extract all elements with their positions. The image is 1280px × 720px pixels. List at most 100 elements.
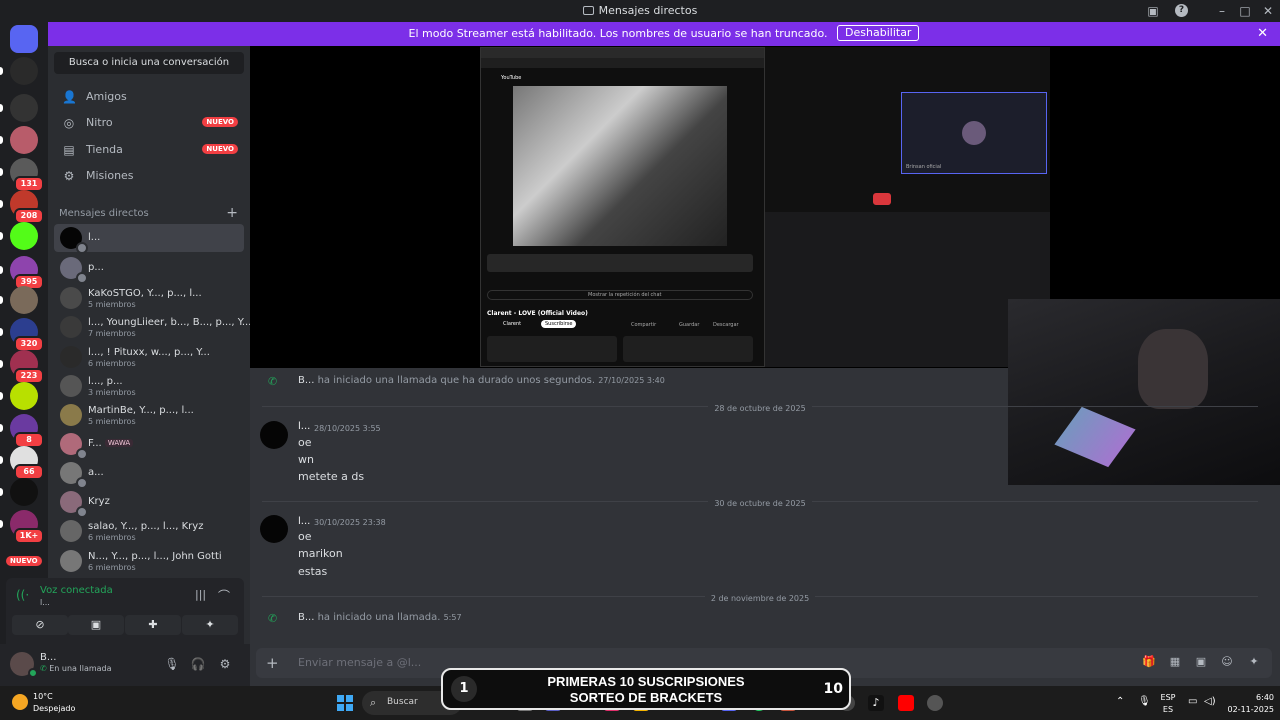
minimize-button[interactable]: – [1214,3,1230,19]
window-title: Mensajes directos [0,4,1280,17]
nav-friends[interactable]: 👤 Amigos [54,84,244,110]
video-description [487,336,617,362]
apps-icon[interactable]: ✦ [1247,655,1261,669]
clock-time[interactable]: 6:40 [1222,693,1274,702]
dm-item[interactable]: F... WAWA [54,430,244,460]
noise-suppression-icon[interactable]: ||| [195,588,206,601]
banner-text: El modo Streamer está habilitado. Los no… [408,27,828,40]
dm-name: KaKoSTGO, Y..., p..., l... [88,288,202,299]
dm-item[interactable]: l..., YoungLiieer, b..., B..., p..., Y..… [54,313,251,341]
call-icon: ✆ [268,612,278,625]
dm-item[interactable]: Kryz [54,488,244,518]
help-icon[interactable]: ? [1175,4,1188,17]
online-status [28,668,38,678]
message-input[interactable]: Enviar mensaje a @l... [298,656,421,669]
keyboard-layout[interactable]: ES [1156,705,1180,714]
mention-badge: 320 [14,336,44,352]
avatar[interactable] [260,421,288,449]
server-server-icon[interactable] [10,94,38,122]
tray-chevron-icon[interactable]: ⌃ [1116,696,1124,707]
dm-item[interactable]: MartinBe, Y..., p..., l... 5 miembros [54,401,244,429]
headphones-icon[interactable]: 🎧 [190,656,206,672]
message-author[interactable]: l... [298,516,310,527]
subscribe-button: Suscribirse [541,320,577,328]
settings-icon[interactable]: ⚙ [217,656,233,672]
screen-share-button[interactable]: ▣ [68,615,124,635]
nav-shop[interactable]: ▤ Tienda NUEVO [54,137,244,163]
quests-icon: ⚙ [63,169,75,183]
dm-item[interactable]: l... [54,224,244,254]
clock-date[interactable]: 02-11-2025 [1222,705,1275,714]
dm-item[interactable]: salao, Y..., p..., l..., Kryz 6 miembros [54,517,244,545]
weather-desc[interactable]: Despejado [33,704,75,713]
nav-nitro[interactable]: ◎ Nitro NUEVO [54,110,244,136]
attach-plus-icon[interactable]: + [266,654,279,672]
new-badge: NUEVO [202,117,238,127]
date-divider: 30 de octubre de 2025 [262,495,1258,509]
date-divider: 2 de noviembre de 2025 [262,590,1258,604]
new-badge: NUEVO [202,144,238,154]
server-server-icon[interactable] [10,382,38,410]
dm-name: salao, Y..., p..., l..., Kryz [88,521,204,532]
weather-temp[interactable]: 10°C [33,692,53,701]
close-banner-icon[interactable]: ✕ [1257,22,1268,46]
server-server-icon[interactable] [10,286,38,314]
status-indicator [76,272,88,284]
dm-item[interactable]: l..., p... 3 miembros [54,372,244,400]
server-server-icon[interactable] [10,478,38,506]
emoji-icon[interactable]: ☺ [1220,655,1234,669]
language-indicator[interactable]: ESP [1156,693,1180,702]
gift-icon[interactable]: 🎁 [1142,655,1156,669]
call-message-1: B... ha iniciado una llamada que ha dura… [298,375,665,386]
avatar[interactable] [260,515,288,543]
server-kick-icon[interactable] [10,222,38,250]
dm-section-header: Mensajes directos [59,208,149,219]
dm-item[interactable]: a... [54,459,244,489]
media-player-icon[interactable] [927,695,943,711]
windows-start-icon[interactable] [337,695,353,711]
voice-status-title[interactable]: Voz conectada [40,585,113,596]
youtube-icon[interactable] [898,695,914,711]
dm-item[interactable]: KaKoSTGO, Y..., p..., l... 5 miembros [54,284,244,312]
channel-name: Clarent [503,321,522,327]
camera-off-button[interactable]: ⊘ [12,615,68,635]
search-icon: ⌕ [370,696,377,709]
tray-mic-icon[interactable]: 🎙 [1138,696,1151,707]
dm-member-count: 7 miembros [88,329,136,338]
nav-quests[interactable]: ⚙ Misiones [54,163,244,189]
dm-item[interactable]: l..., ! Pituxx, w..., p..., Y... 6 miembr… [54,343,244,371]
voice-channel-name: l... [40,598,50,607]
create-dm-icon[interactable]: + [226,205,238,221]
inbox-button[interactable]: ▣ [1145,3,1161,19]
activities-button[interactable]: ✚ [125,615,181,635]
dm-name: l..., p... [88,376,123,387]
conversation-search[interactable]: Busca o inicia una conversación [54,52,244,74]
gif-icon[interactable]: ▦ [1168,655,1182,669]
server-server-icon[interactable] [10,126,38,154]
server-server-icon[interactable] [10,57,38,85]
maximize-button[interactable]: □ [1237,3,1253,19]
dm-item[interactable]: p... [54,254,244,284]
dm-member-count: 3 miembros [88,388,136,397]
dm-name: l..., YoungLiieer, b..., B..., p..., Y..… [88,317,252,328]
microphone-icon[interactable]: 🎙 [164,656,180,672]
message-author[interactable]: l... [298,421,310,432]
dm-name: p... [88,262,104,273]
disconnect-icon[interactable]: ⌒ [218,587,230,604]
avatar [60,520,82,542]
dm-member-count: 5 miembros [88,417,136,426]
status-indicator [76,242,88,254]
sticker-icon[interactable]: ▣ [1194,655,1208,669]
close-window-button[interactable]: ✕ [1260,3,1276,19]
soundboard-button[interactable]: ✦ [182,615,238,635]
server-discord-logo-icon[interactable] [10,25,38,53]
network-icon[interactable]: ▭ [1188,696,1197,707]
dm-item[interactable]: N..., Y..., p..., l..., John Gotti 6 miem… [54,547,244,575]
dm-name: F... WAWA [88,438,134,449]
live-chat-replay: Mostrar la repetición del chat [487,290,753,300]
video-frame [513,86,727,246]
volume-icon[interactable]: ◁) [1204,696,1216,707]
rail-new-badge[interactable]: NUEVO [6,556,42,566]
disable-streamer-button[interactable]: Deshabilitar [837,25,920,41]
tiktok-icon[interactable]: ♪ [868,695,884,711]
